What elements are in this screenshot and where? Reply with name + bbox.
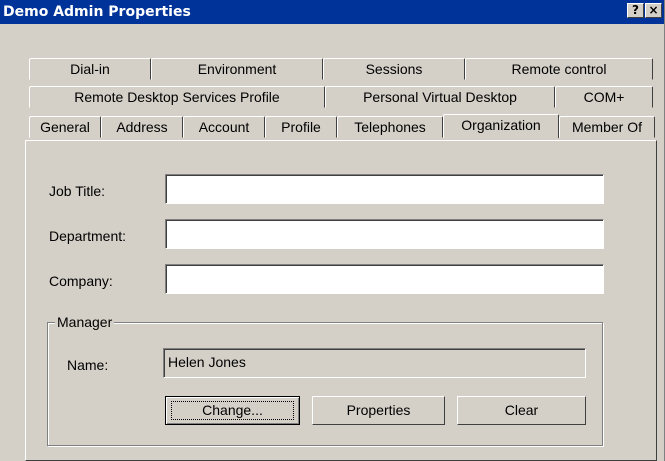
job-title-label: Job Title: — [49, 183, 106, 199]
properties-button-label: Properties — [346, 402, 411, 418]
manager-group-title: Manager — [55, 313, 115, 331]
department-field[interactable] — [165, 219, 604, 249]
manager-name-label: Name: — [67, 357, 109, 373]
properties-button[interactable]: Properties — [312, 396, 445, 425]
change-button-label: Change... — [202, 402, 263, 418]
manager-name-field: Helen Jones — [163, 348, 586, 378]
company-field[interactable] — [165, 264, 604, 294]
properties-dialog: Demo Admin Properties ? × Dial-in Enviro… — [0, 0, 665, 461]
manager-group — [47, 322, 603, 446]
company-label: Company: — [49, 273, 113, 289]
clear-button[interactable]: Clear — [457, 396, 586, 425]
change-button[interactable]: Change... — [165, 396, 300, 425]
clear-button-label: Clear — [504, 402, 539, 418]
job-title-field[interactable] — [165, 174, 604, 204]
department-label: Department: — [49, 228, 127, 244]
